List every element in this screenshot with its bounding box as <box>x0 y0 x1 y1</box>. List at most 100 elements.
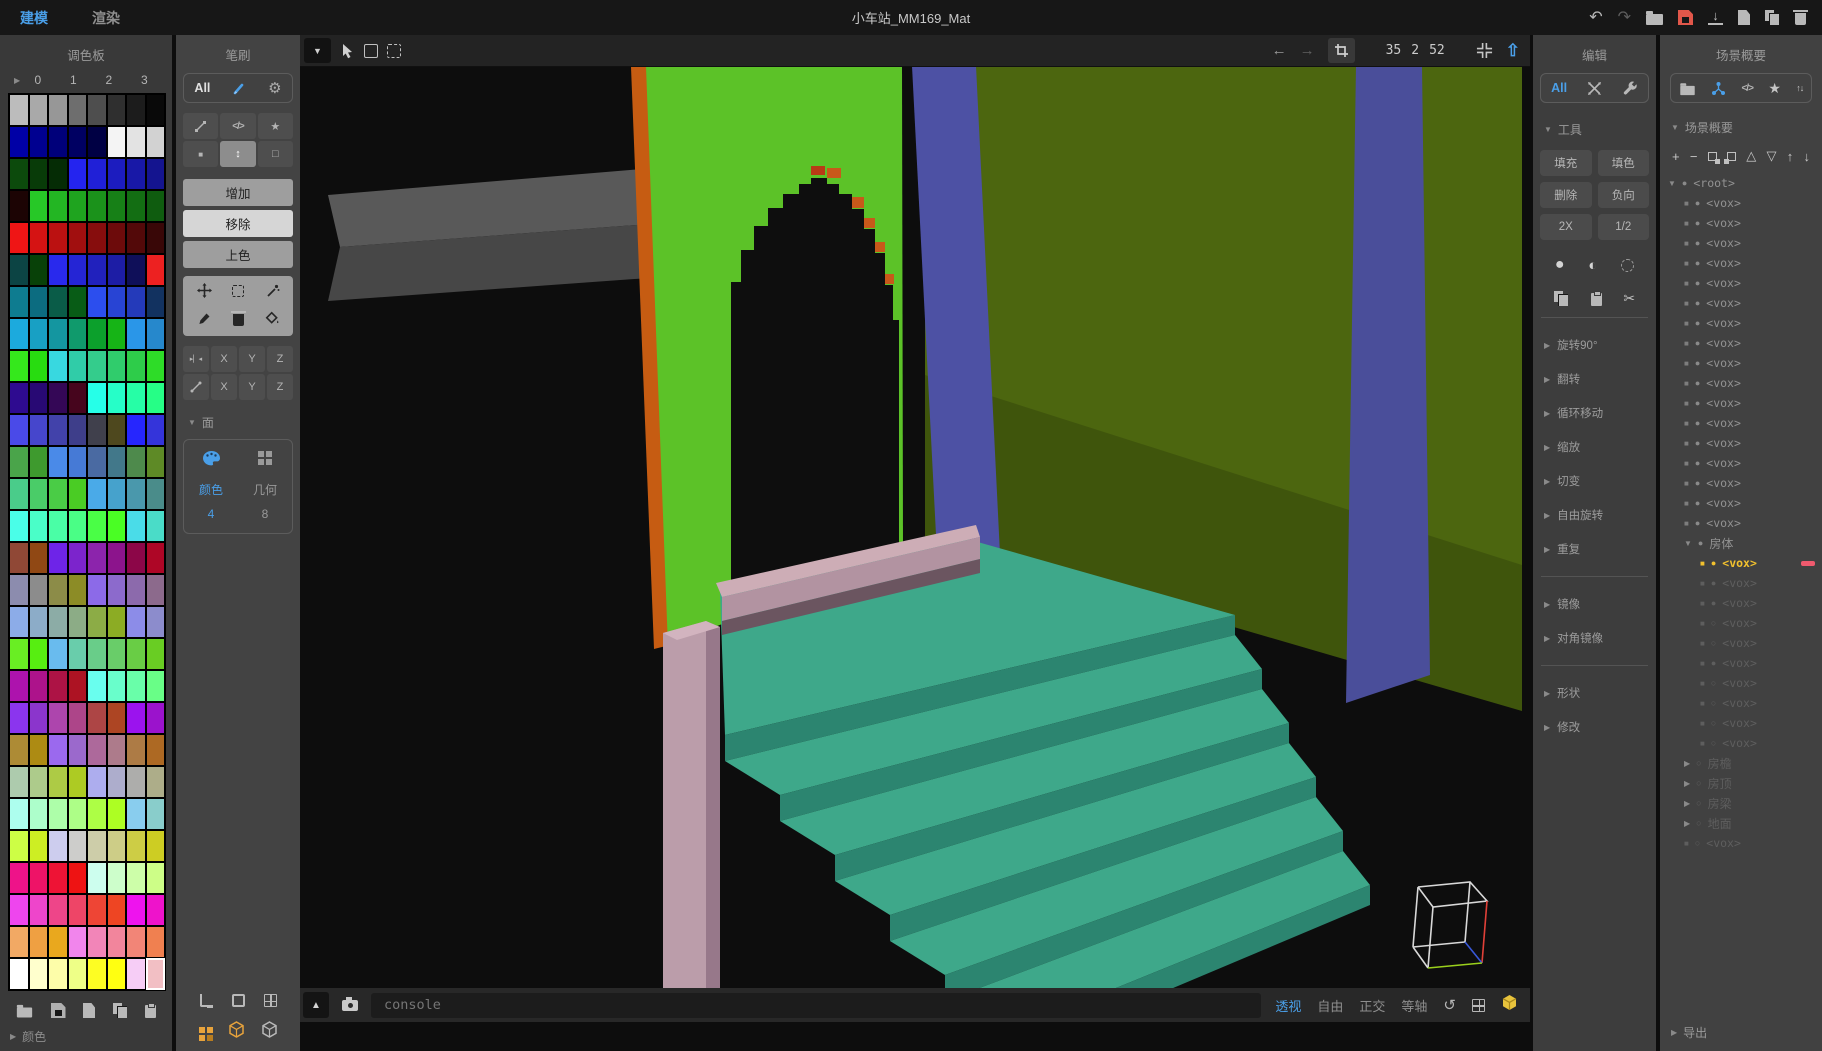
palette-mode-icon[interactable] <box>202 450 221 472</box>
palette-swatch[interactable] <box>127 319 145 349</box>
palette-swatch[interactable] <box>30 959 48 989</box>
palette-swatch[interactable] <box>108 639 126 669</box>
palette-swatch[interactable] <box>49 703 67 733</box>
frame-toggle-icon[interactable]: ■ <box>1700 639 1705 648</box>
palette-swatch[interactable] <box>49 479 67 509</box>
palette-copy-icon[interactable] <box>113 1003 128 1018</box>
palette-swatch[interactable] <box>88 159 106 189</box>
palette-swatch[interactable] <box>127 191 145 221</box>
frame-toggle-icon[interactable]: ■ <box>1700 599 1705 608</box>
palette-swatch[interactable] <box>30 703 48 733</box>
palette-swatch[interactable] <box>49 159 67 189</box>
palette-swatch[interactable] <box>88 639 106 669</box>
tree-item[interactable]: ■●<vox> <box>1660 253 1822 273</box>
palette-swatch[interactable] <box>10 703 28 733</box>
frame-toggle-icon[interactable]: ■ <box>1684 239 1689 248</box>
palette-swatch[interactable] <box>88 863 106 893</box>
grid-mode-icon[interactable] <box>264 994 277 1007</box>
visibility-toggle-icon[interactable]: ● <box>1695 378 1700 388</box>
palette-swatch[interactable] <box>30 895 48 925</box>
visibility-toggle-icon[interactable]: ○ <box>1711 618 1716 628</box>
solid-cube-icon[interactable] <box>261 1021 278 1043</box>
palette-swatch[interactable] <box>30 543 48 573</box>
palette-swatch[interactable] <box>88 703 106 733</box>
palette-swatch[interactable] <box>147 351 165 381</box>
frame-toggle-icon[interactable]: ■ <box>1684 439 1689 448</box>
frame-toggle-icon[interactable]: ■ <box>1700 719 1705 728</box>
tree-item[interactable]: ■●<vox> <box>1660 513 1822 533</box>
palette-swatch[interactable] <box>88 543 106 573</box>
palette-swatch[interactable] <box>147 927 165 957</box>
move-icon[interactable] <box>197 283 212 301</box>
frame-toggle-icon[interactable]: ■ <box>1684 839 1689 848</box>
move-up-icon[interactable]: ↑ <box>1787 149 1794 164</box>
frame-toggle-icon[interactable]: ■ <box>1700 659 1705 668</box>
palette-swatch[interactable] <box>30 383 48 413</box>
frame-toggle-icon[interactable]: ■ <box>1684 359 1689 368</box>
palette-swatch[interactable] <box>69 543 87 573</box>
fill-color-button[interactable]: 填色 <box>1598 150 1650 176</box>
palette-swatch[interactable] <box>88 767 106 797</box>
palette-swatch[interactable] <box>147 607 165 637</box>
fill-button[interactable]: 填充 <box>1540 150 1592 176</box>
visibility-toggle-icon[interactable]: ○ <box>1711 718 1716 728</box>
palette-swatch[interactable] <box>49 351 67 381</box>
edit-section-对角镜像[interactable]: ▶对角镜像 <box>1533 621 1656 655</box>
hierarchy-icon[interactable] <box>1711 81 1726 96</box>
palette-swatch[interactable] <box>127 447 145 477</box>
geometry-mode-icon[interactable] <box>257 450 273 472</box>
edit-copy-icon[interactable] <box>1554 291 1569 306</box>
palette-swatch[interactable] <box>147 319 165 349</box>
transform-icon[interactable] <box>1587 81 1602 96</box>
palette-swatch[interactable] <box>108 415 126 445</box>
ground-cube-icon[interactable] <box>1501 994 1518 1016</box>
palette-page-3[interactable]: 3 <box>127 73 162 87</box>
visibility-toggle-icon[interactable]: ● <box>1695 298 1700 308</box>
palette-swatch[interactable] <box>49 671 67 701</box>
select-box-icon[interactable] <box>232 285 244 300</box>
palette-swatch[interactable] <box>69 671 87 701</box>
cursor-icon[interactable] <box>341 43 355 59</box>
palette-swatch[interactable] <box>147 255 165 285</box>
visibility-toggle-icon[interactable]: ● <box>1695 438 1700 448</box>
delete-button[interactable]: 删除 <box>1540 182 1592 208</box>
palette-swatch[interactable] <box>108 735 126 765</box>
tree-item[interactable]: ■●<vox> <box>1660 333 1822 353</box>
palette-swatch[interactable] <box>147 639 165 669</box>
palette-swatch[interactable] <box>10 735 28 765</box>
visibility-toggle-icon[interactable]: ● <box>1695 518 1700 528</box>
tree-item[interactable]: ▼●房体 <box>1660 533 1822 553</box>
visibility-toggle-icon[interactable]: ● <box>1695 418 1700 428</box>
circle-filled-icon[interactable]: ● <box>1555 256 1565 274</box>
palette-swatch[interactable] <box>30 351 48 381</box>
scene-code-icon[interactable]: </> <box>1741 83 1752 94</box>
palette-swatch[interactable] <box>10 639 28 669</box>
palette-swatch[interactable] <box>49 127 67 157</box>
chevron-right-icon[interactable]: ▶ <box>1684 799 1690 808</box>
triangle-up-icon[interactable]: △ <box>1746 148 1756 164</box>
circle-dashed-icon[interactable] <box>1621 259 1634 272</box>
palette-swatch[interactable] <box>30 575 48 605</box>
visibility-toggle-icon[interactable]: ● <box>1695 278 1700 288</box>
pattern-brush-cell[interactable]: </> <box>220 113 255 139</box>
palette-swatch[interactable] <box>10 927 28 957</box>
lock-x-button[interactable]: X <box>211 374 237 400</box>
palette-swatch[interactable] <box>69 319 87 349</box>
palette-swatch[interactable] <box>127 575 145 605</box>
palette-swatch[interactable] <box>49 383 67 413</box>
palette-swatch[interactable] <box>127 895 145 925</box>
brush-mode-all[interactable]: All <box>194 81 210 95</box>
palette-swatch[interactable] <box>10 319 28 349</box>
chevron-down-icon[interactable]: ▼ <box>1684 539 1692 548</box>
palette-swatch[interactable] <box>108 287 126 317</box>
palette-swatch[interactable] <box>10 223 28 253</box>
palette-swatch[interactable] <box>69 703 87 733</box>
axis-lock-icon[interactable] <box>183 374 209 400</box>
palette-swatch[interactable] <box>147 287 165 317</box>
palette-swatch[interactable] <box>69 639 87 669</box>
visibility-toggle-icon[interactable]: ○ <box>1696 758 1701 768</box>
palette-swatch[interactable] <box>88 287 106 317</box>
view-mode-等轴[interactable]: 等轴 <box>1401 996 1427 1015</box>
palette-swatch[interactable] <box>88 415 106 445</box>
palette-swatch[interactable] <box>10 479 28 509</box>
